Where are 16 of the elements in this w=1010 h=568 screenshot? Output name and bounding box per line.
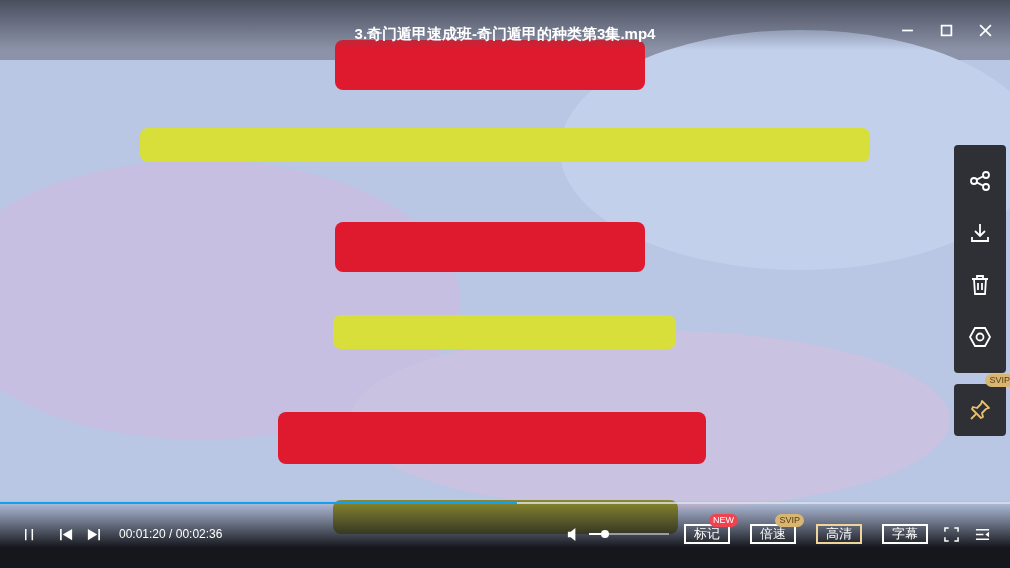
download-icon[interactable]: [968, 221, 992, 245]
svip-badge: SVIP: [985, 374, 1010, 387]
playlist-icon[interactable]: [975, 526, 990, 542]
player-button[interactable]: 高清: [816, 524, 862, 544]
window-title: 3.奇门遁甲速成班-奇门遁甲的种类第3集.mp4: [354, 25, 656, 44]
settings-icon[interactable]: [968, 325, 992, 349]
fullscreen-icon[interactable]: [944, 526, 959, 542]
previous-icon[interactable]: [59, 526, 74, 542]
player-button[interactable]: 字幕: [882, 524, 928, 544]
close-icon[interactable]: [979, 24, 992, 37]
share-icon[interactable]: [968, 169, 992, 193]
maximize-icon[interactable]: [940, 24, 953, 37]
pin-button[interactable]: [954, 384, 1006, 436]
playback-time: 00:01:20 / 00:02:36: [119, 527, 223, 541]
next-icon[interactable]: [86, 526, 101, 542]
pin-icon: [968, 398, 992, 422]
